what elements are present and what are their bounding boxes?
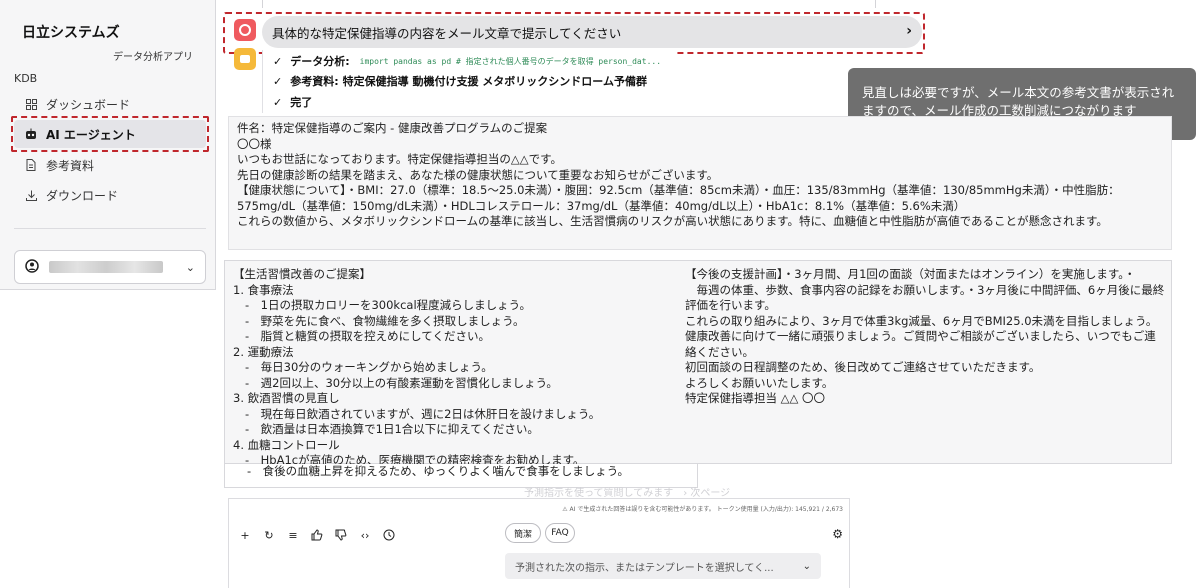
section-title: 3. 飲酒習慣の見直し	[233, 391, 340, 405]
highlight-box	[223, 12, 925, 54]
email-line: 先日の健康診断の結果を踏まえ、あなた様の健康状態について重要なお知らせがございま…	[237, 167, 719, 182]
section-label: KDB	[14, 72, 38, 85]
chevron-down-icon: ⌄	[185, 260, 195, 274]
email-line: 【今後の支援計画】・3ヶ月間、月1回の面談（対面またはオンライン）を実施します。…	[685, 267, 1136, 281]
email-line: 〇〇様	[237, 136, 272, 151]
list-item: - 脂質と糖質の摂取を控えめにしてください。	[245, 329, 490, 343]
sidebar-item-dashboard[interactable]: ダッシュボード	[14, 90, 206, 118]
email-line: これらの取り組みにより、3ヶ月で体重3kg減量、6ヶ月でBMI25.0未満を目指…	[685, 313, 1158, 328]
input-toolbar: + ↻ ≡ ‹›	[237, 527, 397, 543]
step-reference[interactable]: ✓ 参考資料: 特定保健指導 動機付け支援 メタボリックシンドローム予備群	[262, 70, 676, 92]
check-icon: ✓	[273, 54, 283, 68]
template-placeholder: 予測された次の指示、またはテンプレートを選択してく...	[515, 562, 774, 574]
step-label: 参考資料:	[290, 75, 339, 88]
chevron-down-icon: ⌄	[802, 560, 811, 572]
list-item: - 野菜を先に食べ、食物繊維を多く摂取しましょう。	[245, 313, 525, 328]
ghost-hint: 予測指示を使って質問してみます › 次ページ	[524, 488, 731, 499]
email-body-top: 件名：特定保健指導のご案内 - 健康改善プログラムのご提案 〇〇様 いつもお世話…	[228, 116, 1172, 250]
sidebar-item-label: 参考資料	[46, 158, 95, 173]
gear-icon[interactable]: ⚙	[832, 527, 843, 541]
step-label: 完了	[290, 96, 313, 109]
support-plan: 【今後の支援計画】・3ヶ月間、月1回の面談（対面またはオンライン）を実施します。…	[685, 267, 1165, 407]
sidebar-item-download[interactable]: ダウンロード	[14, 181, 206, 209]
list-item: - 週2回以上、30分以上の有酸素運動を習慣化しましょう。	[245, 375, 558, 390]
email-line: よろしくお願いいたします。	[685, 375, 834, 390]
download-icon	[24, 188, 38, 202]
bot-avatar-icon	[234, 48, 256, 70]
document-icon	[24, 158, 38, 172]
blurred-username	[49, 261, 163, 273]
list-item: - 1日の摂取カロリーを300kcal程度減らしましょう。	[245, 298, 531, 312]
chip-faq[interactable]: FAQ	[545, 523, 575, 543]
check-icon: ✓	[273, 74, 283, 88]
code-icon[interactable]: ‹›	[357, 527, 373, 543]
check-icon: ✓	[273, 95, 283, 109]
list-item: - 飲酒量は日本酒換算で1日1合以下に抑えてください。	[245, 422, 539, 436]
section-title: 1. 食事療法	[233, 282, 294, 297]
refresh-icon[interactable]: ↻	[261, 527, 277, 543]
template-select[interactable]: 予測された次の指示、またはテンプレートを選択してく... ⌄	[505, 553, 821, 579]
email-line: これらの数値から、メタボリックシンドロームの基準に該当し、生活習慣病のリスクが高…	[237, 214, 1108, 228]
sidebar: 日立システムズ データ分析アプリ KDB ダッシュボード AI エージェント 参…	[0, 0, 216, 290]
step-detail: 特定保健指導 動機付け支援 メタボリックシンドローム予備群	[342, 75, 647, 88]
list-item: - 現在毎日飲酒されていますが、週に2日は休肝日を設けましょう。	[245, 406, 601, 421]
list-add-icon[interactable]: ≡	[285, 527, 301, 543]
lifestyle-proposal: 【生活習慣改善のご提案】 1. 食事療法 - 1日の摂取カロリーを300kcal…	[233, 267, 693, 469]
app-subtitle: データ分析アプリ	[113, 52, 193, 63]
email-body-detail: 【生活習慣改善のご提案】 1. 食事療法 - 1日の摂取カロリーを300kcal…	[224, 260, 1172, 467]
sidebar-item-reference[interactable]: 参考資料	[14, 151, 206, 179]
email-line: 健康改善に向けて一緒に頑張りましょう。ご質問やご相談がございましたら、いつでもご…	[685, 329, 1156, 359]
previous-message-edge	[262, 0, 876, 8]
plus-icon[interactable]: +	[237, 527, 253, 543]
email-line: 初回面談の日程調整のため、後日改めてご連絡させていただきます。	[685, 360, 1041, 374]
email-line: 【健康状態について】・BMI：27.0（標準：18.5〜25.0未満）・腹囲：9…	[237, 183, 1120, 213]
chat-input-area: ⚠ AI で生成された回答は誤りを含む可能性があります。 トークン使用量 (入力…	[228, 498, 850, 588]
thumbs-down-icon[interactable]	[333, 527, 349, 543]
step-code: import pandas as pd # 指定された個人番号のデータを取得 p…	[359, 56, 662, 66]
history-icon[interactable]	[381, 527, 397, 543]
email-line: 毎週の体重、歩数、食事内容の記録をお願いします。・3ヶ月後に中間評価、6ヶ月後に…	[685, 282, 1165, 313]
email-line: 特定保健指導担当 △△ 〇〇	[685, 391, 825, 405]
step-done[interactable]: ✓ 完了	[262, 91, 676, 113]
agent-steps: ✓ データ分析: import pandas as pd # 指定された個人番号…	[262, 50, 676, 114]
section-title: 4. 血糖コントロール	[233, 437, 340, 452]
sidebar-item-label: ダッシュボード	[46, 97, 131, 112]
email-line: 件名：特定保健指導のご案内 - 健康改善プログラムのご提案	[237, 121, 548, 135]
user-icon	[25, 258, 39, 277]
divider	[14, 228, 206, 229]
list-item: - 毎日30分のウォーキングから始めましょう。	[245, 360, 493, 374]
step-label: データ分析:	[290, 55, 350, 68]
user-menu[interactable]: ⌄	[14, 250, 206, 284]
step-data-analysis[interactable]: ✓ データ分析: import pandas as pd # 指定された個人番号…	[262, 50, 676, 72]
chip-concise[interactable]: 簡潔	[505, 523, 541, 543]
sidebar-item-label: ダウンロード	[46, 188, 119, 203]
ai-disclaimer: ⚠ AI で生成された回答は誤りを含む可能性があります。 トークン使用量 (入力…	[562, 506, 843, 513]
section-title: 2. 運動療法	[233, 344, 294, 359]
email-line: いつもお世話になっております。特定保健指導担当の△△です。	[237, 152, 562, 166]
highlight-box	[11, 116, 209, 152]
thumbs-up-icon[interactable]	[309, 527, 325, 543]
section-heading: 【生活習慣改善のご提案】	[233, 267, 371, 281]
brand-name: 日立システムズ	[22, 25, 120, 41]
grid-icon	[24, 97, 38, 111]
